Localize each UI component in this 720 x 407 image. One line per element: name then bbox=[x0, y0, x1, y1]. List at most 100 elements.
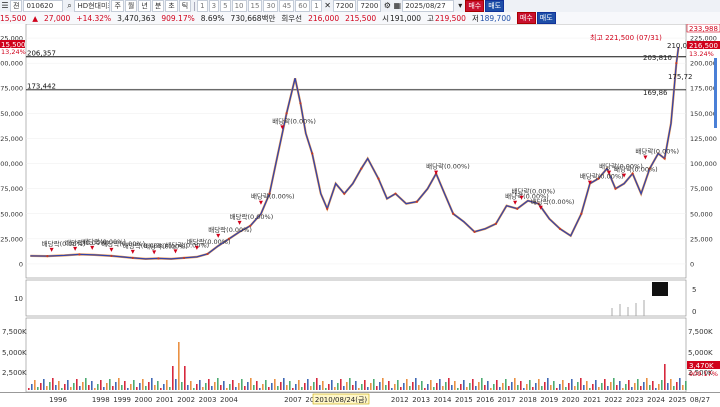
volume-bar bbox=[676, 382, 678, 390]
volume-bar bbox=[619, 381, 621, 390]
volume-bar bbox=[415, 378, 417, 390]
price-point bbox=[343, 192, 346, 195]
x-tick-label: 2021 bbox=[583, 396, 601, 404]
volume-bar bbox=[157, 381, 159, 390]
interval-10[interactable]: 10 bbox=[231, 0, 247, 12]
volume-bar bbox=[511, 382, 513, 390]
price-right-tick: 150,000 bbox=[690, 110, 717, 118]
period-month[interactable]: 월 bbox=[124, 0, 138, 12]
volume-bar bbox=[88, 385, 90, 390]
volume-bar bbox=[358, 388, 360, 390]
period-year[interactable]: 년 bbox=[138, 0, 151, 12]
current-price: 15,500 bbox=[0, 13, 27, 23]
volume-bar bbox=[442, 386, 444, 390]
volume-bar bbox=[70, 387, 72, 390]
volume-bar bbox=[556, 388, 558, 390]
volume-bar bbox=[613, 378, 615, 390]
interval-15[interactable]: 15 bbox=[247, 0, 263, 12]
period-week[interactable]: 주 bbox=[111, 0, 124, 12]
period-tick[interactable]: 틱 bbox=[178, 0, 192, 12]
volume-bar bbox=[274, 379, 276, 390]
volume-bar bbox=[232, 380, 234, 390]
divider bbox=[194, 1, 196, 11]
volume-bar bbox=[559, 384, 561, 390]
volume-bar bbox=[64, 384, 66, 390]
volume-bar bbox=[115, 382, 117, 390]
calendar-icon[interactable]: ▾ bbox=[455, 1, 465, 11]
volume-bar bbox=[43, 379, 45, 390]
price-point bbox=[131, 256, 134, 260]
volume-bar bbox=[73, 383, 75, 390]
right-scrollbar[interactable] bbox=[714, 58, 717, 128]
volume-bar bbox=[514, 378, 516, 390]
volume-bar bbox=[184, 366, 186, 390]
volume-bar bbox=[520, 381, 522, 390]
price-tick: 25,000 bbox=[0, 235, 23, 243]
volume-bar bbox=[172, 366, 174, 390]
buy-button-2[interactable]: 매수 bbox=[516, 12, 536, 24]
interval-custom[interactable]: 1 bbox=[311, 0, 322, 12]
volume-bar bbox=[538, 379, 540, 390]
volume-bar bbox=[541, 386, 543, 390]
reference-label: 206,357 bbox=[27, 49, 56, 57]
volume-bar bbox=[550, 385, 552, 390]
volume-bar bbox=[484, 385, 486, 390]
price-point bbox=[494, 222, 498, 225]
volume-bar bbox=[526, 384, 528, 390]
menu-icon[interactable]: ☰ bbox=[0, 1, 10, 11]
stock-code-input[interactable]: 010620 bbox=[23, 0, 64, 12]
volume-bar bbox=[124, 381, 126, 390]
price-point bbox=[360, 167, 363, 170]
buy-button[interactable]: 매수 bbox=[465, 0, 485, 12]
vol-right-tick-1: 7,500K bbox=[688, 328, 713, 336]
count-input[interactable]: 7200 bbox=[332, 0, 357, 12]
price-point bbox=[614, 187, 617, 190]
stock-name-field[interactable]: HD현대미포 bbox=[74, 0, 111, 12]
volume-bar bbox=[577, 382, 579, 390]
price-right-tick: 175,000 bbox=[690, 85, 717, 93]
date-input[interactable]: 2025/08/27 bbox=[402, 0, 455, 12]
price-point bbox=[394, 192, 397, 195]
view-mode-select[interactable]: 젼 bbox=[10, 0, 23, 12]
cross-icon[interactable]: ✕ bbox=[323, 1, 333, 11]
sell-button[interactable]: 매도 bbox=[485, 0, 505, 12]
volume-bar bbox=[148, 382, 150, 390]
volume-bar bbox=[325, 388, 327, 390]
period-minute[interactable]: 분 bbox=[151, 0, 165, 12]
right-label-1: 210,0 bbox=[667, 42, 687, 50]
volume-bar bbox=[340, 379, 342, 390]
volume-bar bbox=[496, 380, 498, 390]
right-badge-1: 233,988 bbox=[689, 25, 718, 33]
interval-1[interactable]: 1 bbox=[197, 0, 208, 12]
price-tick: 0 bbox=[19, 260, 23, 268]
interval-60[interactable]: 60 bbox=[295, 0, 311, 12]
volume-bar bbox=[412, 382, 414, 390]
volume-bar bbox=[481, 378, 483, 390]
period-second[interactable]: 초 bbox=[165, 0, 178, 12]
volume-bar bbox=[346, 382, 348, 390]
volume-bar bbox=[58, 381, 60, 390]
volume-bar bbox=[322, 381, 324, 390]
volume-bar bbox=[652, 381, 654, 390]
interval-45[interactable]: 45 bbox=[279, 0, 295, 12]
volume-bar bbox=[280, 382, 282, 390]
grid-icon[interactable]: ▦ bbox=[392, 1, 402, 11]
interval-3[interactable]: 3 bbox=[208, 0, 220, 12]
price-chart[interactable]: 225,000225,000200,000200,000175,000175,0… bbox=[0, 24, 720, 392]
volume-bar bbox=[352, 385, 354, 390]
volume-bar bbox=[535, 383, 537, 390]
interval-5[interactable]: 5 bbox=[220, 0, 231, 12]
price-right-tick: 200,000 bbox=[690, 60, 717, 68]
high-annotation: 최고 221,500 (07/31) bbox=[590, 33, 662, 42]
search-icon[interactable]: ⌕ bbox=[64, 1, 74, 11]
volume-bar bbox=[505, 379, 507, 390]
settings-icon[interactable]: ⚙ bbox=[382, 1, 392, 11]
sell-button-2[interactable]: 매도 bbox=[536, 12, 556, 24]
turnover: 8.69% bbox=[200, 13, 225, 23]
interval-30[interactable]: 30 bbox=[263, 0, 279, 12]
volume-bar bbox=[205, 383, 207, 390]
volume-bar bbox=[49, 382, 51, 390]
volume-bar bbox=[247, 382, 249, 390]
price-point bbox=[452, 212, 455, 215]
volume-bar bbox=[331, 380, 333, 390]
